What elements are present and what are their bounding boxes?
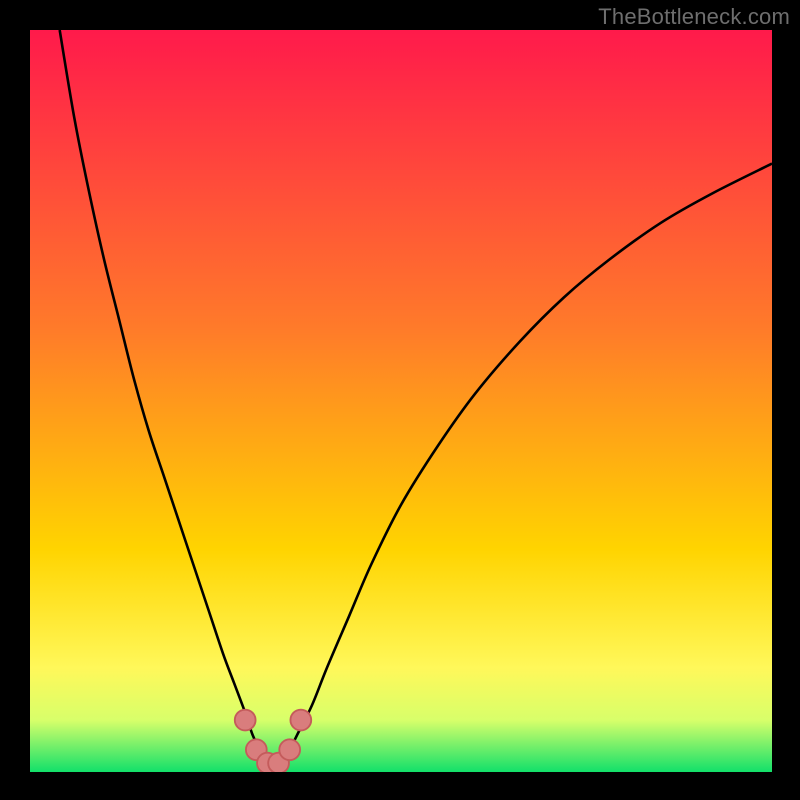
- curve-markers: [235, 710, 311, 772]
- curve-marker: [279, 739, 300, 760]
- curve-marker: [235, 710, 256, 731]
- curve-path: [60, 30, 772, 765]
- watermark-text: TheBottleneck.com: [598, 4, 790, 30]
- bottleneck-curve: [30, 30, 772, 772]
- curve-marker: [290, 710, 311, 731]
- plot-area: [30, 30, 772, 772]
- chart-frame: TheBottleneck.com: [0, 0, 800, 800]
